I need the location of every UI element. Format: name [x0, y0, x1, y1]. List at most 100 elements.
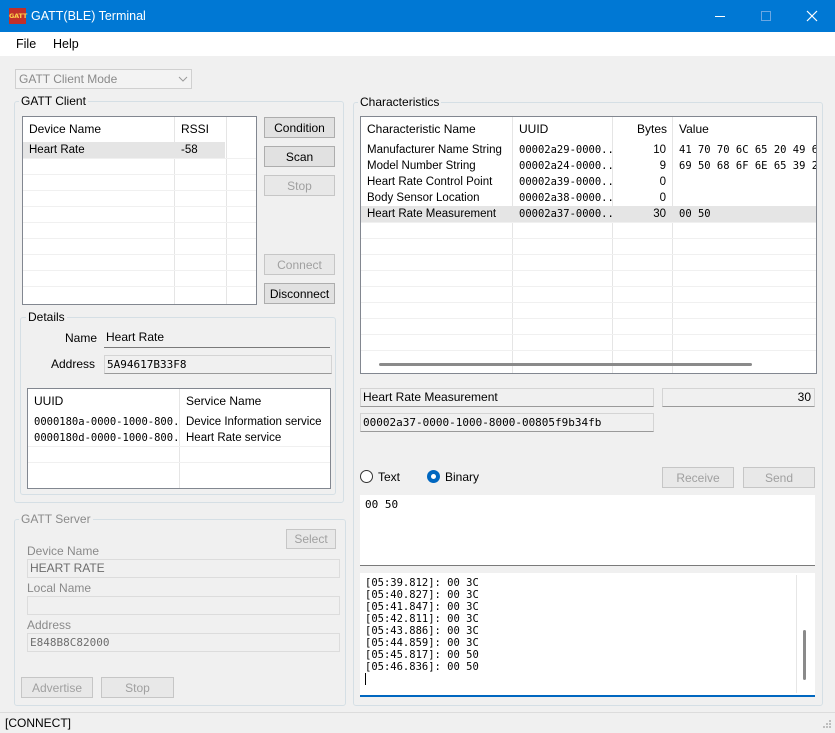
maximize-icon: [761, 11, 771, 21]
stop-scan-button[interactable]: Stop: [264, 175, 335, 196]
horizontal-scrollbar[interactable]: [379, 363, 752, 366]
send-button[interactable]: Send: [743, 467, 815, 488]
char-bytes: 10: [653, 144, 666, 156]
characteristic-row[interactable]: Heart Rate Control Point 00002a39-0000..…: [361, 174, 816, 190]
char-uuid-header[interactable]: UUID: [513, 117, 613, 141]
service-row[interactable]: 0000180a-0000-1000-800... Device Informa…: [28, 414, 330, 430]
app-icon: GATT: [9, 8, 27, 24]
selected-char-name[interactable]: Heart Rate Measurement: [360, 388, 654, 407]
char-bytes: 0: [659, 176, 666, 188]
log-lines: [05:39.812]: 00 3C [05:40.827]: 00 3C [0…: [365, 577, 479, 673]
characteristic-row[interactable]: Body Sensor Location 00002a38-0000... 0: [361, 190, 816, 206]
log-scrollbar-track: [796, 575, 797, 693]
mode-select[interactable]: GATT Client Mode: [15, 69, 192, 89]
menu-file[interactable]: File: [16, 37, 36, 51]
connect-button[interactable]: Connect: [264, 254, 335, 275]
selected-char-uuid[interactable]: 00002a37-0000-1000-8000-00805f9b34fb: [360, 413, 654, 432]
device-list[interactable]: Device Name RSSI Heart Rate -58: [22, 116, 257, 305]
menu-help[interactable]: Help: [53, 37, 79, 51]
characteristic-row[interactable]: Manufacturer Name String 00002a29-0000..…: [361, 142, 816, 158]
server-device-name-field[interactable]: HEART RATE: [27, 559, 340, 578]
characteristics-list[interactable]: Characteristic Name UUID Bytes Value Man…: [360, 116, 817, 374]
char-value: 00 50: [679, 208, 711, 220]
binary-radio[interactable]: [427, 470, 440, 483]
name-label: Name: [65, 331, 98, 345]
status-text: [CONNECT]: [5, 716, 71, 730]
name-field[interactable]: Heart Rate: [104, 329, 330, 348]
log-line: [05:40.827]: 00 3C: [365, 589, 479, 601]
device-name-header[interactable]: Device Name: [23, 117, 175, 141]
char-bytes: 9: [659, 160, 666, 172]
char-value: [673, 174, 816, 190]
local-name-label: Local Name: [27, 581, 92, 595]
status-bar: [CONNECT]: [0, 712, 835, 733]
text-radio[interactable]: [360, 470, 373, 483]
log-line: [05:43.886]: 00 3C: [365, 625, 479, 637]
address-field[interactable]: 5A94617B33F8: [104, 355, 332, 374]
select-button[interactable]: Select: [286, 529, 336, 549]
server-address-field[interactable]: E848B8C82000: [27, 633, 340, 652]
mode-select-value: GATT Client Mode: [19, 72, 118, 86]
service-name: Heart Rate service: [186, 432, 282, 444]
char-bytes-header[interactable]: Bytes: [613, 117, 673, 141]
maximize-button[interactable]: [743, 0, 789, 32]
window-title: GATT(BLE) Terminal: [31, 9, 146, 23]
disconnect-button[interactable]: Disconnect: [264, 283, 335, 304]
details-label: Details: [26, 310, 67, 324]
char-name: Model Number String: [367, 160, 476, 172]
minimize-button[interactable]: [697, 0, 743, 32]
resize-grip-icon[interactable]: [820, 719, 832, 731]
minimize-icon: [715, 16, 725, 17]
server-stop-button[interactable]: Stop: [101, 677, 174, 698]
close-icon: [806, 10, 818, 22]
selected-char-bytes[interactable]: 30: [662, 388, 815, 407]
device-name-label: Device Name: [27, 544, 100, 558]
binary-radio-label[interactable]: Binary: [445, 470, 479, 484]
char-value: [673, 190, 816, 206]
char-name: Body Sensor Location: [367, 192, 480, 204]
server-address-label: Address: [27, 618, 72, 632]
char-value-header[interactable]: Value: [673, 117, 816, 141]
char-name: Heart Rate Measurement: [367, 208, 497, 220]
log-area[interactable]: [05:39.812]: 00 3C [05:40.827]: 00 3C [0…: [360, 573, 815, 697]
service-name-header[interactable]: Service Name: [180, 389, 330, 413]
send-input-area[interactable]: 00 50: [360, 495, 815, 566]
device-name: Heart Rate: [29, 144, 85, 156]
device-rssi: -58: [181, 144, 198, 156]
characteristic-row[interactable]: Model Number String 00002a24-0000... 9 6…: [361, 158, 816, 174]
device-row[interactable]: Heart Rate -58: [23, 142, 225, 158]
rssi-header[interactable]: RSSI: [175, 117, 227, 141]
log-scrollbar-thumb[interactable]: [803, 630, 806, 680]
close-button[interactable]: [789, 0, 835, 32]
char-uuid: 00002a24-0000...: [519, 160, 612, 172]
log-line: [05:44.859]: 00 3C: [365, 637, 479, 649]
uuid-header[interactable]: UUID: [28, 389, 180, 413]
char-uuid: 00002a38-0000...: [519, 192, 612, 204]
service-uuid: 0000180d-0000-1000-800...: [34, 432, 179, 444]
text-radio-label[interactable]: Text: [378, 470, 400, 484]
char-uuid: 00002a37-0000...: [519, 208, 612, 220]
address-label: Address: [51, 357, 96, 371]
advertise-button[interactable]: Advertise: [21, 677, 93, 698]
characteristics-label: Characteristics: [358, 95, 442, 109]
char-name: Heart Rate Control Point: [367, 176, 493, 188]
condition-button[interactable]: Condition: [264, 117, 335, 138]
service-uuid: 0000180a-0000-1000-800...: [34, 416, 179, 428]
local-name-field[interactable]: [27, 596, 340, 615]
service-name: Device Information service: [186, 416, 322, 428]
menu-bar: File Help: [0, 32, 835, 56]
chevron-down-icon: [178, 76, 188, 82]
service-list[interactable]: UUID Service Name 0000180a-0000-1000-800…: [27, 388, 331, 489]
scan-button[interactable]: Scan: [264, 146, 335, 167]
char-name: Manufacturer Name String: [367, 144, 502, 156]
char-name-header[interactable]: Characteristic Name: [361, 117, 513, 141]
title-bar: GATT GATT(BLE) Terminal: [0, 0, 835, 32]
char-value: 41 70 70 6C 65 20 49 6E 6: [679, 144, 816, 156]
service-row[interactable]: 0000180d-0000-1000-800... Heart Rate ser…: [28, 430, 330, 446]
send-input-value: 00 50: [365, 498, 399, 511]
char-uuid: 00002a39-0000...: [519, 176, 612, 188]
gatt-server-label: GATT Server: [19, 512, 93, 526]
receive-button[interactable]: Receive: [662, 467, 734, 488]
characteristic-row-selected[interactable]: Heart Rate Measurement 00002a37-0000... …: [361, 206, 816, 222]
log-line: [05:46.836]: 00 50: [365, 661, 479, 673]
